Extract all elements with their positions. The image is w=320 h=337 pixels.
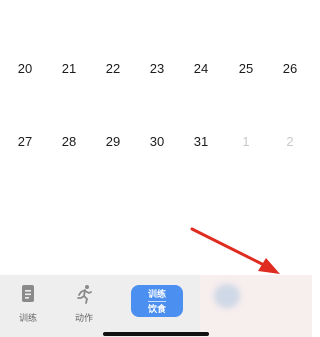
calendar-day[interactable]: 21 — [47, 56, 91, 80]
tab-moves-label: 动作 — [74, 313, 93, 323]
running-person-icon — [77, 285, 92, 304]
calendar-grid: 20 21 22 23 24 25 26 27 28 29 30 31 1 2 — [0, 0, 312, 275]
calendar-week: 27 28 29 30 31 1 2 — [0, 129, 312, 153]
calendar-day[interactable]: 23 — [135, 56, 179, 80]
calendar-day[interactable]: 20 — [3, 56, 47, 80]
document-icon — [22, 285, 34, 302]
calendar-day[interactable]: 30 — [135, 129, 179, 153]
tab-train-label: 训练 — [18, 313, 37, 323]
calendar-day[interactable]: 27 — [3, 129, 47, 153]
calendar-day[interactable]: 26 — [268, 56, 312, 80]
calendar-day[interactable]: 24 — [179, 56, 223, 80]
calendar-day[interactable]: 22 — [91, 56, 135, 80]
calendar-week: 20 21 22 23 24 25 26 — [0, 56, 312, 80]
calendar-day[interactable]: 25 — [224, 56, 268, 80]
calendar-day[interactable]: 28 — [47, 129, 91, 153]
calendar-day-next-month[interactable]: 2 — [268, 129, 312, 153]
tab-moves[interactable]: 动作 — [62, 281, 106, 325]
toggle-divider — [148, 300, 166, 302]
blurred-icon — [214, 284, 240, 308]
train-diet-toggle-button[interactable]: 训练 饮食 — [131, 285, 183, 317]
calendar-day-next-month[interactable]: 1 — [224, 129, 268, 153]
home-indicator — [103, 332, 209, 336]
calendar-day[interactable]: 31 — [179, 129, 223, 153]
blurred-tab-area — [200, 275, 312, 337]
toggle-diet-label: 饮食 — [147, 303, 166, 314]
bottom-tab-bar: 训练 动作 训练 饮食 — [0, 275, 312, 337]
toggle-train-label: 训练 — [147, 288, 166, 299]
calendar-day[interactable]: 29 — [91, 129, 135, 153]
tab-train[interactable]: 训练 — [6, 281, 50, 325]
